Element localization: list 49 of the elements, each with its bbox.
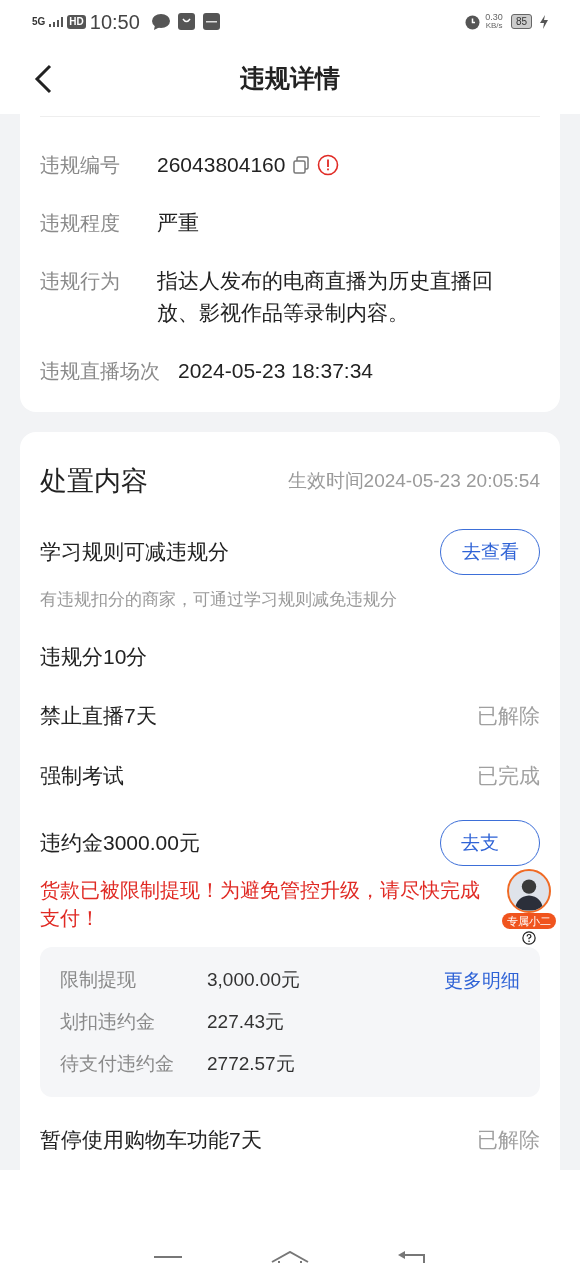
detail-label: 划扣违约金 [60, 1009, 156, 1034]
item-status: 已完成 [477, 763, 540, 790]
alert-icon[interactable] [317, 154, 340, 176]
app-icon [202, 13, 220, 31]
signal-icon [49, 16, 64, 27]
effective-time: 生效时间2024-05-23 20:05:54 [287, 468, 540, 493]
item-label: 强制考试 [40, 763, 124, 790]
detail-label: 限制提现 [60, 967, 137, 992]
warning-text: 货款已被限制提现！为避免管控升级，请尽快完成支付！ [40, 878, 481, 931]
field-value: 指达人发布的电商直播为历史直播回放、影视作品等录制内容。 [157, 268, 494, 326]
item-label: 暂停使用购物车功能7天 [40, 1127, 262, 1154]
alarm-icon [464, 13, 482, 31]
item-status: 已解除 [477, 1127, 540, 1154]
network-label: 5G [32, 16, 46, 27]
detail-value: 227.43元 [207, 1009, 285, 1034]
item-label: 违规分10分 [40, 644, 148, 671]
bag-icon [177, 13, 195, 31]
copy-icon[interactable] [293, 156, 310, 174]
item-note: 有违规扣分的商家，可通过学习规则减免违规分 [40, 589, 398, 611]
field-label: 违规编号 [40, 153, 121, 178]
detail-label: 待支付违约金 [60, 1051, 175, 1076]
field-label: 违规行为 [40, 269, 121, 294]
detail-value: 3,000.00元 [207, 967, 300, 992]
more-details-link[interactable]: 更多明细 [444, 967, 520, 996]
field-label: 违规程度 [40, 211, 121, 236]
clock-time: 10:50 [89, 9, 140, 35]
help-icon[interactable] [522, 931, 536, 945]
speed-unit: KB/s [485, 22, 503, 31]
field-value: 2024-05-23 18:37:34 [178, 358, 373, 384]
back-icon[interactable] [34, 63, 52, 94]
speed-value: 0.30 [485, 13, 503, 23]
chat-icon [151, 13, 170, 30]
item-label: 违约金3000.00元 [40, 830, 200, 857]
avatar[interactable] [507, 869, 551, 913]
charging-icon [540, 14, 548, 29]
battery-icon: 85 [510, 14, 532, 30]
assistant-badge[interactable]: 专属小二 [502, 913, 556, 929]
detail-value: 2772.57元 [207, 1051, 295, 1076]
item-label: 禁止直播7天 [40, 703, 157, 730]
field-label: 违规直播场次 [40, 359, 160, 384]
hd-badge: HD [67, 14, 86, 29]
section-title: 处置内容 [40, 464, 148, 498]
field-value: 26043804160 [157, 152, 286, 178]
page-title: 违规详情 [240, 63, 340, 95]
back-nav-icon[interactable] [397, 1251, 426, 1263]
item-status: 已解除 [477, 703, 540, 730]
item-label: 学习规则可减违规分 [40, 539, 229, 566]
home-icon[interactable] [271, 1251, 309, 1263]
field-value: 严重 [157, 210, 199, 236]
